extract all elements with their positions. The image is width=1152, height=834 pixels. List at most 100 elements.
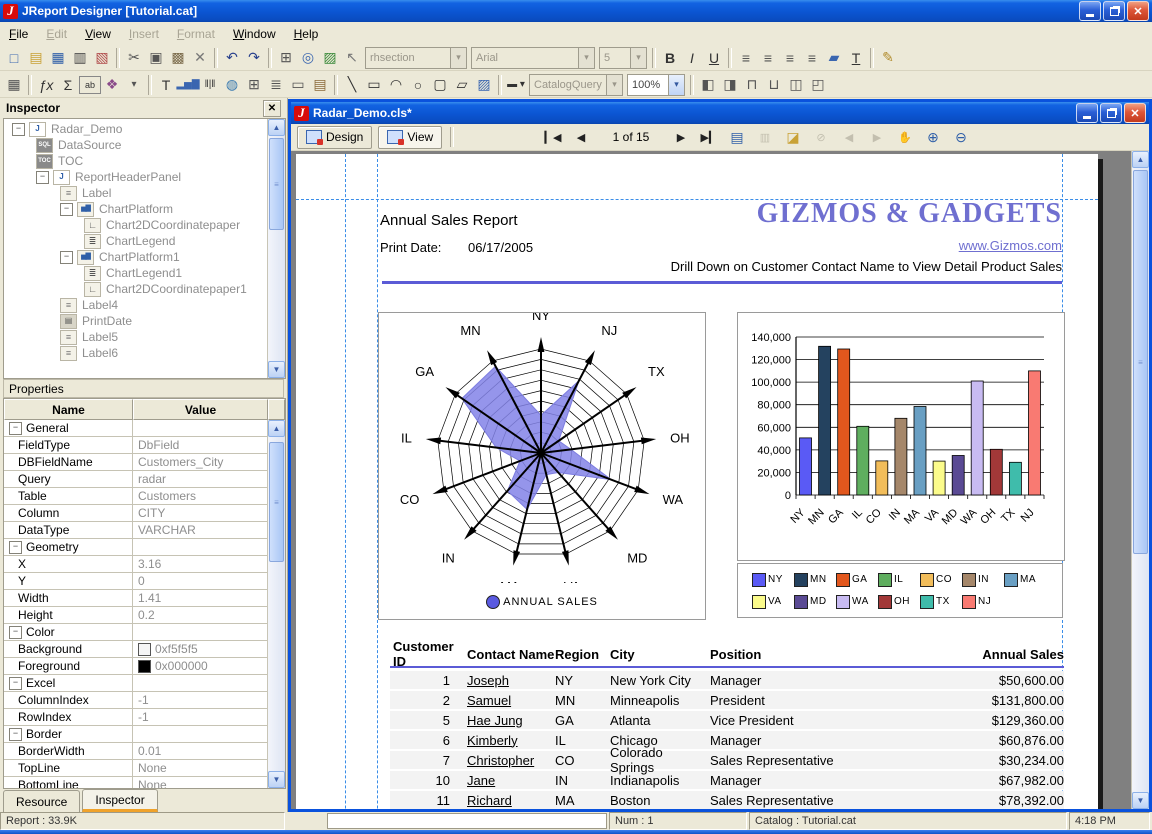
property-value[interactable]: VARCHAR [138,523,196,537]
properties-scroll-thumb[interactable]: ≡ [269,442,284,562]
contact-drilldown-link[interactable]: Jane [467,773,495,788]
label-icon[interactable]: T [155,74,177,95]
barcode-icon[interactable]: ‖|‖ [199,74,221,95]
center-horizontal-icon[interactable]: ◫ [785,74,807,95]
special-field-dropdown-icon[interactable]: ▾ [123,74,145,95]
fill-color-icon[interactable]: ▰ [823,47,845,68]
contact-drilldown-link[interactable]: Christopher [467,753,534,768]
property-value[interactable]: 1.41 [138,591,161,605]
bold-icon[interactable]: B [659,47,681,68]
property-row-rowindex[interactable]: RowIndex-1 [4,709,268,726]
zoom-in-icon[interactable]: ⊕ [921,126,945,148]
tip-of-day-icon[interactable]: ✎ [877,47,899,68]
property-row-fieldtype[interactable]: FieldTypeDbField [4,437,268,454]
property-group-collapse-icon[interactable]: − [9,677,22,690]
copy-icon[interactable]: ▣ [145,47,167,68]
tab-design[interactable]: Design [297,126,372,149]
property-value[interactable]: -1 [138,710,149,724]
textbox-icon[interactable]: ▭ [287,74,309,95]
insert-image-icon[interactable]: ▨ [473,74,495,95]
property-value[interactable]: 0xf5f5f5 [155,642,198,656]
tab-inspector[interactable]: Inspector [82,789,157,812]
draw-rect-icon[interactable]: ▭ [363,74,385,95]
property-row-query[interactable]: Queryradar [4,471,268,488]
tree-item-chart2dcoordinatepaper1[interactable]: ∟Chart2DCoordinatepaper1 [4,281,268,297]
pointer-icon[interactable]: ↖ [341,47,363,68]
document-restore-button[interactable] [1100,103,1122,123]
property-row-general[interactable]: −General [4,420,268,437]
properties-scroll-down-icon[interactable]: ▼ [268,771,285,788]
tree-item-datasource[interactable]: SQLDataSource [4,137,268,153]
property-row-borderwidth[interactable]: BorderWidth0.01 [4,743,268,760]
next-page-icon[interactable]: ▶ [669,126,693,148]
chart-icon[interactable]: ▂▅▇ [177,74,199,95]
property-value[interactable]: 3.16 [138,557,161,571]
tree-scroll-up-icon[interactable]: ▲ [268,119,285,136]
align-justify-icon[interactable]: ≡ [801,47,823,68]
zoom-combo-arrow-icon[interactable]: ▾ [668,75,684,95]
property-row-table[interactable]: TableCustomers [4,488,268,505]
property-value[interactable]: 0x000000 [155,659,208,673]
undo-icon[interactable]: ↶ [221,47,243,68]
align-left-icon[interactable]: ≡ [735,47,757,68]
export-icon[interactable]: ◪ [781,126,805,148]
properties-scroll-up-icon[interactable]: ▲ [268,420,285,437]
draw-oval-icon[interactable]: ○ [407,74,429,95]
align-bottom-edges-icon[interactable]: ⊔ [763,74,785,95]
line-style-icon[interactable]: ▬ ▾ [505,74,527,95]
tree-scroll-thumb[interactable]: ≡ [269,138,284,230]
properties-col-name[interactable]: Name [4,399,133,420]
menu-file[interactable]: File [0,24,37,44]
properties-scrollbar[interactable]: ▲ ≡ ▼ [267,420,285,788]
property-group-collapse-icon[interactable]: − [9,728,22,741]
draw-roundrect-icon[interactable]: ▢ [429,74,451,95]
tree-item-toc[interactable]: TOCTOC [4,153,268,169]
tree-item-chart2dcoordinatepaper[interactable]: ∟Chart2DCoordinatepaper [4,217,268,233]
property-group-collapse-icon[interactable]: − [9,422,22,435]
tree-item-printdate[interactable]: ▤PrintDate [4,313,268,329]
save-icon[interactable]: ▦ [47,47,69,68]
first-page-icon[interactable]: ▎◀ [541,126,565,148]
contact-drilldown-link[interactable]: Kimberly [467,733,518,748]
new-document-icon[interactable]: □ [3,47,25,68]
align-right-icon[interactable]: ≡ [779,47,801,68]
company-website-link[interactable]: www.Gizmos.com [959,238,1062,253]
property-row-y[interactable]: Y0 [4,573,268,590]
close-button[interactable]: ✕ [1127,1,1149,21]
tree-collapse-icon[interactable]: − [60,251,73,264]
underline-icon[interactable]: U [703,47,725,68]
property-row-foreground[interactable]: Foreground0x000000 [4,658,268,675]
zoom-out-icon[interactable]: ⊖ [949,126,973,148]
property-row-topline[interactable]: TopLineNone [4,760,268,777]
draw-polygon-icon[interactable]: ▱ [451,74,473,95]
property-value[interactable]: DbField [138,438,179,452]
property-value[interactable]: 0.2 [138,608,155,622]
delete-icon[interactable]: ✕ [189,47,211,68]
contact-drilldown-link[interactable]: Joseph [467,673,509,688]
print-icon[interactable]: ▥ [69,47,91,68]
crosstab-icon[interactable]: ⊞ [243,74,265,95]
tree-collapse-icon[interactable]: − [60,203,73,216]
document-minimize-button[interactable] [1076,103,1098,123]
menu-view[interactable]: View [76,24,120,44]
tree-collapse-icon[interactable]: − [36,171,49,184]
align-left-edges-icon[interactable]: ◧ [697,74,719,95]
page-scroll-down-icon[interactable]: ▼ [1132,792,1149,809]
property-row-datatype[interactable]: DataTypeVARCHAR [4,522,268,539]
tree-item-reportheaderpanel[interactable]: −JReportHeaderPanel [4,169,268,185]
property-value[interactable]: Customers [138,489,196,503]
property-row-excel[interactable]: −Excel [4,675,268,692]
open-folder-icon[interactable]: ▤ [25,47,47,68]
property-value[interactable]: -1 [138,693,149,707]
property-value[interactable]: None [138,761,167,775]
dbfield-icon[interactable]: ab [79,76,101,94]
property-row-background[interactable]: Background0xf5f5f5 [4,641,268,658]
tree-item-label6[interactable]: ≡Label6 [4,345,268,361]
tree-item-chartplatform[interactable]: −▅▇ChartPlatform [4,201,268,217]
property-row-height[interactable]: Height0.2 [4,607,268,624]
property-group-collapse-icon[interactable]: − [9,626,22,639]
property-row-column[interactable]: ColumnCITY [4,505,268,522]
options-icon[interactable]: ▨ [319,47,341,68]
special-field-icon[interactable]: ❖ [101,74,123,95]
document-close-button[interactable]: ✕ [1124,103,1146,123]
